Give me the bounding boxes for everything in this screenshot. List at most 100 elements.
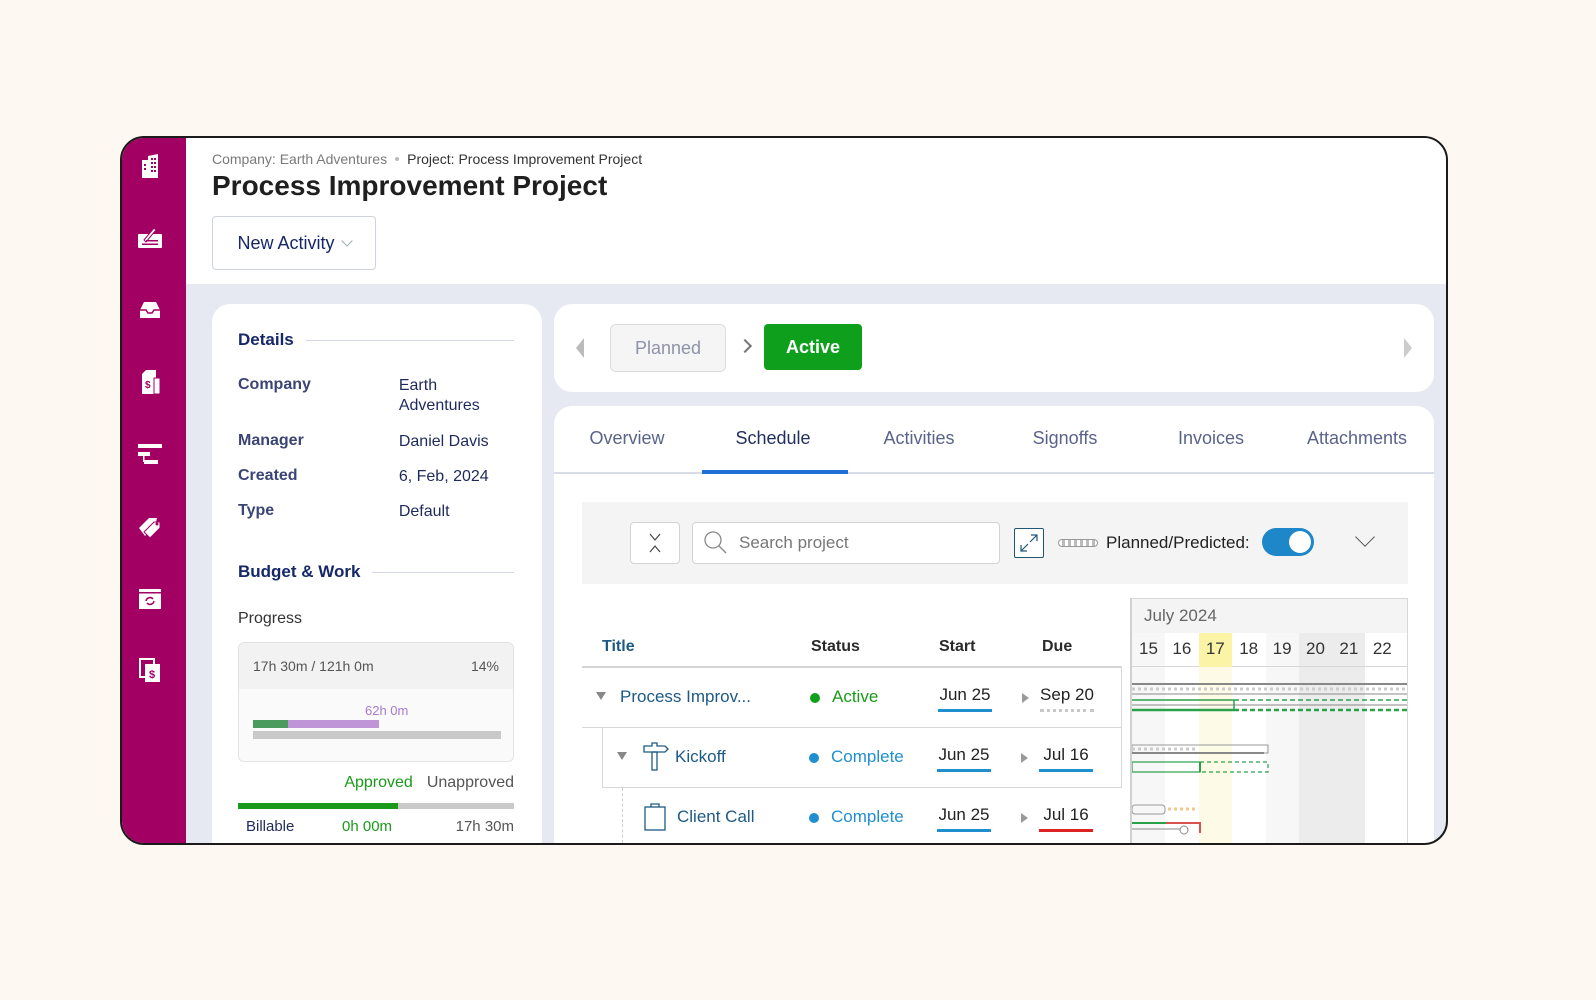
stage-planned[interactable]: Planned (610, 324, 726, 372)
tab-activities[interactable]: Activities (846, 428, 992, 449)
breadcrumb-project: Project: Process Improvement Project (407, 151, 643, 167)
progress-percent: 14% (470, 658, 499, 674)
gantt-day-label: 18 (1239, 639, 1259, 658)
status-dot (809, 753, 819, 763)
detail-label: Type (238, 502, 275, 519)
divider (305, 339, 514, 341)
detail-label: Created (238, 467, 298, 484)
tab-invoices[interactable]: Invoices (1138, 428, 1284, 449)
new-activity-label: New Activity (237, 232, 335, 253)
app-window: $ $ Company: Earth Adventures Project: P… (120, 136, 1448, 845)
tab-bar: Overview Schedule Activities Signoffs In… (554, 406, 1434, 474)
gantt-icon[interactable] (136, 440, 164, 468)
row-start[interactable]: Jun 25 (938, 685, 992, 712)
gantt-kickoff-actual (1132, 761, 1201, 773)
schedule-toolbar: Planned/Predicted: (582, 502, 1408, 584)
invoice-icon[interactable]: $ (136, 368, 164, 396)
table-header: Title Status Start Due (582, 624, 1122, 668)
gantt-day-label: 16 (1172, 639, 1192, 658)
column-due[interactable]: Due (1042, 638, 1072, 656)
building-icon[interactable] (136, 152, 164, 180)
row-title[interactable]: Client Call (677, 807, 754, 827)
recurring-calendar-icon[interactable] (136, 584, 164, 612)
progress-text: 17h 30m / 121h 0m (253, 658, 374, 674)
stage-active[interactable]: Active (764, 324, 862, 370)
row-title[interactable]: Process Improv... (620, 687, 751, 707)
row-title[interactable]: Kickoff (675, 747, 726, 767)
caret-right-icon (1021, 813, 1028, 823)
tab-schedule[interactable]: Schedule (700, 428, 846, 449)
gantt-day-label: 15 (1139, 639, 1158, 658)
gantt-chart[interactable]: July 2024 15 16 17 18 19 20 21 22 (1130, 598, 1408, 843)
column-status[interactable]: Status (811, 638, 860, 656)
billable-approved: 0h 00m (342, 818, 393, 835)
gantt-day-label: 19 (1272, 639, 1292, 658)
row-start[interactable]: Jun 25 (937, 745, 991, 772)
chevron-down-icon (340, 235, 353, 247)
fullscreen-button[interactable] (1014, 528, 1044, 558)
progress-bar (253, 720, 288, 728)
search-input[interactable] (739, 533, 979, 553)
row-start[interactable]: Jun 25 (937, 805, 991, 832)
page-title: Process Improvement Project (212, 170, 608, 201)
table-row[interactable]: Client Call Complete Jun 25 Jul 16 (622, 788, 1122, 843)
divider (372, 571, 514, 573)
chevron-right-icon (737, 338, 753, 354)
scroll-left-icon[interactable] (576, 338, 584, 358)
planned-predicted-toggle[interactable] (1262, 528, 1314, 556)
detail-value: 6, Feb, 2024 (398, 468, 489, 485)
status-dot (810, 693, 820, 703)
column-title[interactable]: Title (602, 638, 635, 656)
billable-label: Billable (246, 818, 295, 835)
scroll-right-icon[interactable] (1404, 338, 1412, 358)
active-tab-indicator (702, 470, 848, 474)
gantt-day-label: 20 (1306, 639, 1325, 658)
details-card: Details Company Earth Adventures Manager… (212, 304, 542, 843)
detail-label: Company (238, 376, 311, 393)
row-status: Active (832, 687, 879, 706)
collapse-icon (649, 533, 661, 553)
caret-right-icon (1022, 693, 1029, 703)
gantt-call-milestone (1179, 825, 1189, 835)
table-row[interactable]: Kickoff Complete Jun 25 Jul 16 (602, 728, 1122, 788)
budget-track (253, 731, 501, 739)
stage-card: Planned Active (554, 304, 1434, 392)
svg-text:$: $ (149, 669, 155, 681)
billing-icon[interactable]: $ (136, 656, 164, 684)
gantt-day-label: 21 (1339, 639, 1359, 658)
tab-attachments[interactable]: Attachments (1284, 428, 1430, 449)
budget-heading-text: Budget & Work (238, 562, 361, 581)
planned-predicted-label: Planned/Predicted: (1106, 533, 1250, 552)
chevron-down-icon[interactable] (1355, 527, 1375, 547)
caret-down-icon[interactable] (617, 752, 627, 760)
caret-down-icon[interactable] (596, 692, 606, 700)
tags-icon[interactable] (136, 512, 164, 540)
gantt-day-label: 22 (1372, 639, 1392, 658)
status-dot (809, 813, 819, 823)
search-box[interactable] (692, 522, 1000, 564)
contract-icon[interactable] (136, 224, 164, 252)
new-activity-button[interactable]: New Activity (212, 216, 376, 270)
schedule-card: Overview Schedule Activities Signoffs In… (554, 406, 1434, 843)
tab-overview[interactable]: Overview (554, 428, 700, 449)
planned-hours-label: 62h 0m (365, 703, 409, 718)
inbox-icon[interactable] (136, 296, 164, 324)
row-due[interactable]: Sep 20 (1040, 685, 1094, 712)
row-status: Complete (831, 807, 904, 826)
gantt-month: July 2024 (1132, 599, 1407, 633)
detail-row-created: Created 6, Feb, 2024 (238, 467, 518, 487)
table-row[interactable]: Process Improv... Active Jun 25 Sep 20 (582, 668, 1122, 728)
approval-track (238, 803, 514, 809)
column-start[interactable]: Start (939, 638, 975, 656)
breadcrumb-company[interactable]: Company: Earth Adventures (212, 151, 387, 167)
details-heading-text: Details (238, 330, 294, 349)
breadcrumb: Company: Earth Adventures Project: Proce… (212, 151, 642, 167)
tab-signoffs[interactable]: Signoffs (992, 428, 1138, 449)
row-due[interactable]: Jul 16 (1039, 805, 1093, 832)
billable-row: Billable 0h 00m 17h 30m (246, 818, 514, 835)
approved-label: Approved (344, 774, 413, 791)
collapse-all-button[interactable] (630, 522, 680, 564)
row-due[interactable]: Jul 16 (1039, 745, 1093, 772)
budget-heading: Budget & Work (238, 562, 514, 582)
details-heading: Details (238, 330, 514, 350)
